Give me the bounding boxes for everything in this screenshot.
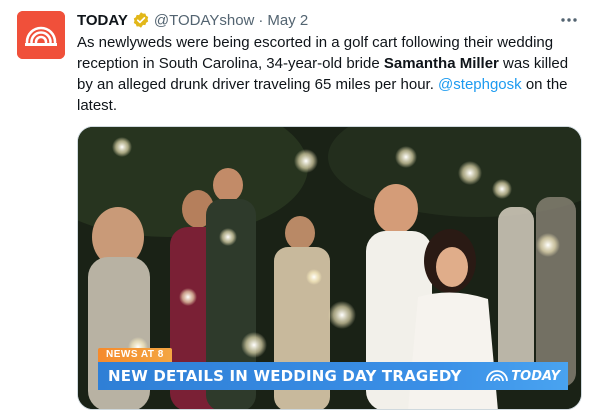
tweet-card[interactable]: TODAY @TODAYshow · May 2 As newlyweds we…	[0, 0, 593, 415]
more-options-icon	[561, 18, 577, 22]
chyron-headline: NEW DETAILS IN WEDDING DAY TRAGEDY	[108, 367, 462, 385]
tweet-text: As newlyweds were being escorted in a go…	[77, 32, 582, 116]
author-handle[interactable]: @TODAYshow	[154, 12, 255, 29]
chyron-logo: TODAY	[486, 362, 560, 390]
more-options-button[interactable]	[559, 10, 579, 30]
chyron-tag: NEWS AT 8	[98, 348, 172, 362]
author-name[interactable]: TODAY	[77, 12, 128, 29]
mention-link[interactable]: @stephgosk	[438, 76, 522, 93]
avatar[interactable]	[17, 11, 65, 59]
bride-name: Samantha Miller	[383, 55, 499, 72]
chyron-logo-text: TODAY	[511, 368, 560, 384]
today-sunrise-icon	[486, 370, 509, 382]
tweet-header: TODAY @TODAYshow · May 2	[77, 10, 308, 30]
chyron-bar: NEW DETAILS IN WEDDING DAY TRAGEDY TODAY	[98, 362, 568, 390]
media-video[interactable]: NEWS AT 8 NEW DETAILS IN WEDDING DAY TRA…	[77, 126, 582, 410]
today-logo-icon	[17, 11, 65, 59]
separator-dot: ·	[258, 11, 264, 29]
verified-badge-icon[interactable]	[132, 11, 150, 29]
tweet-date[interactable]: May 2	[267, 12, 308, 29]
